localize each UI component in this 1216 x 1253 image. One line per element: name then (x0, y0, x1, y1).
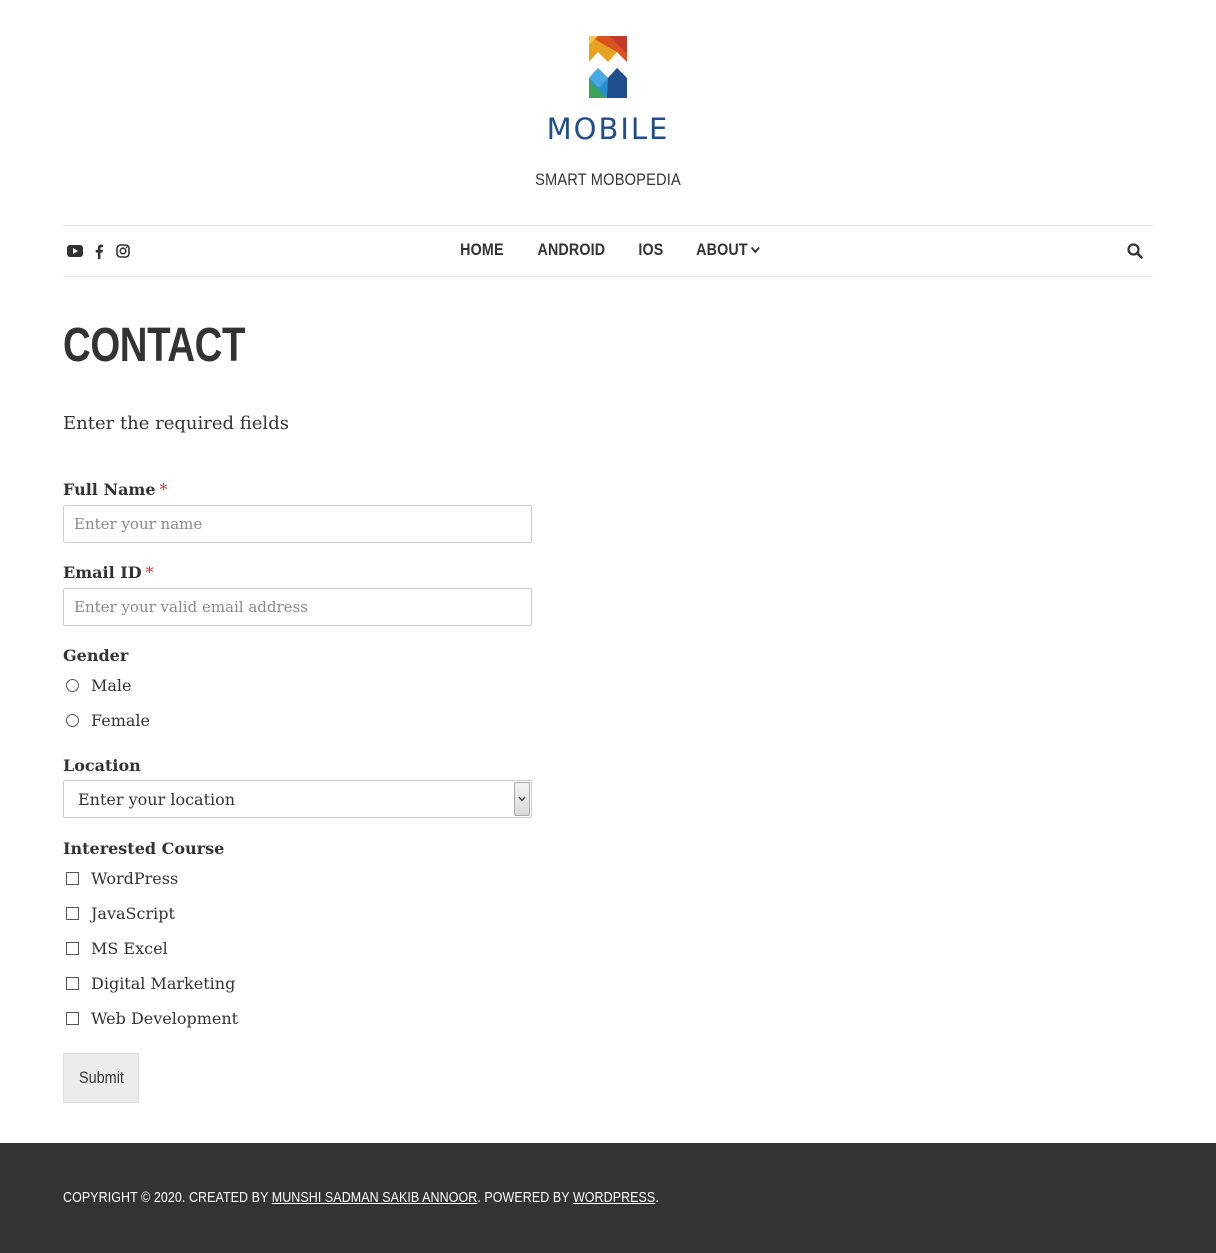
checkbox[interactable] (66, 872, 79, 885)
email-label: Email ID * (63, 563, 154, 582)
nav-item-label: IOS (638, 240, 664, 259)
course-option-web-development[interactable]: Web Development (66, 1009, 238, 1028)
footer-prefix: COPYRIGHT © 2020. CREATED BY (63, 1189, 272, 1206)
full-name-label-text: Full Name (63, 480, 156, 499)
radio-button[interactable] (66, 714, 79, 727)
full-name-input[interactable] (63, 505, 532, 543)
intro-text: Enter the required fields (63, 413, 289, 434)
required-mark: * (159, 480, 168, 499)
location-label: Location (63, 756, 141, 775)
chevron-down-icon[interactable] (514, 782, 530, 816)
required-mark: * (145, 563, 154, 582)
footer-wordpress-link[interactable]: WORDPRESS (573, 1189, 655, 1206)
nav-item-home[interactable]: HOME (460, 240, 504, 260)
gender-option-label: Male (91, 676, 132, 695)
course-option-label: MS Excel (91, 939, 168, 958)
nav-item-label: HOME (459, 240, 504, 259)
course-option-wordpress[interactable]: WordPress (66, 869, 178, 888)
course-option-ms-excel[interactable]: MS Excel (66, 939, 168, 958)
nav-item-label: ABOUT (696, 240, 748, 259)
logo-wordmark: MOBILE (546, 112, 670, 146)
logo-mark-icon (589, 36, 627, 98)
footer-author-link[interactable]: MUNSHI SADMAN SAKIB ANNOOR (272, 1189, 478, 1206)
nav-item-about[interactable]: ABOUT (696, 240, 761, 260)
submit-button-label: Submit (78, 1068, 124, 1087)
primary-menu: HOME ANDROID IOS ABOUT (63, 240, 1153, 260)
checkbox[interactable] (66, 942, 79, 955)
course-option-digital-marketing[interactable]: Digital Marketing (66, 974, 235, 993)
footer-middle: . POWERED BY (477, 1189, 573, 1206)
location-select-value: Enter your location (78, 790, 236, 809)
gender-label: Gender (63, 646, 129, 665)
main-navbar: HOME ANDROID IOS ABOUT (63, 225, 1153, 277)
nav-item-label: ANDROID (537, 240, 606, 259)
footer-suffix: . (655, 1189, 659, 1206)
course-option-javascript[interactable]: JavaScript (66, 904, 175, 923)
location-select[interactable]: Enter your location (63, 780, 532, 818)
site-footer: COPYRIGHT © 2020. CREATED BY MUNSHI SADM… (0, 1143, 1216, 1253)
submit-button[interactable]: Submit (63, 1053, 139, 1103)
course-option-label: Web Development (91, 1009, 239, 1028)
checkbox[interactable] (66, 1012, 79, 1025)
footer-copyright: COPYRIGHT © 2020. CREATED BY MUNSHI SADM… (63, 1189, 659, 1206)
gender-option-label: Female (91, 711, 150, 730)
site-logo[interactable]: MOBILE (0, 34, 1216, 144)
checkbox[interactable] (66, 977, 79, 990)
chevron-down-icon (751, 246, 761, 254)
email-input[interactable] (63, 588, 532, 626)
course-option-label: JavaScript (91, 904, 175, 923)
checkbox[interactable] (66, 907, 79, 920)
site-tagline: SMART MOBOPEDIA (535, 170, 681, 189)
full-name-label: Full Name * (63, 480, 168, 499)
nav-item-ios[interactable]: IOS (638, 240, 663, 260)
page-title: CONTACT (63, 319, 246, 372)
search-icon[interactable] (1127, 243, 1145, 261)
gender-option-female[interactable]: Female (66, 711, 150, 730)
course-label: Interested Course (63, 839, 225, 858)
radio-button[interactable] (66, 679, 79, 692)
email-label-text: Email ID (63, 563, 142, 582)
course-option-label: WordPress (91, 869, 179, 888)
gender-option-male[interactable]: Male (66, 676, 132, 695)
course-option-label: Digital Marketing (91, 974, 236, 993)
nav-item-android[interactable]: ANDROID (538, 240, 606, 260)
